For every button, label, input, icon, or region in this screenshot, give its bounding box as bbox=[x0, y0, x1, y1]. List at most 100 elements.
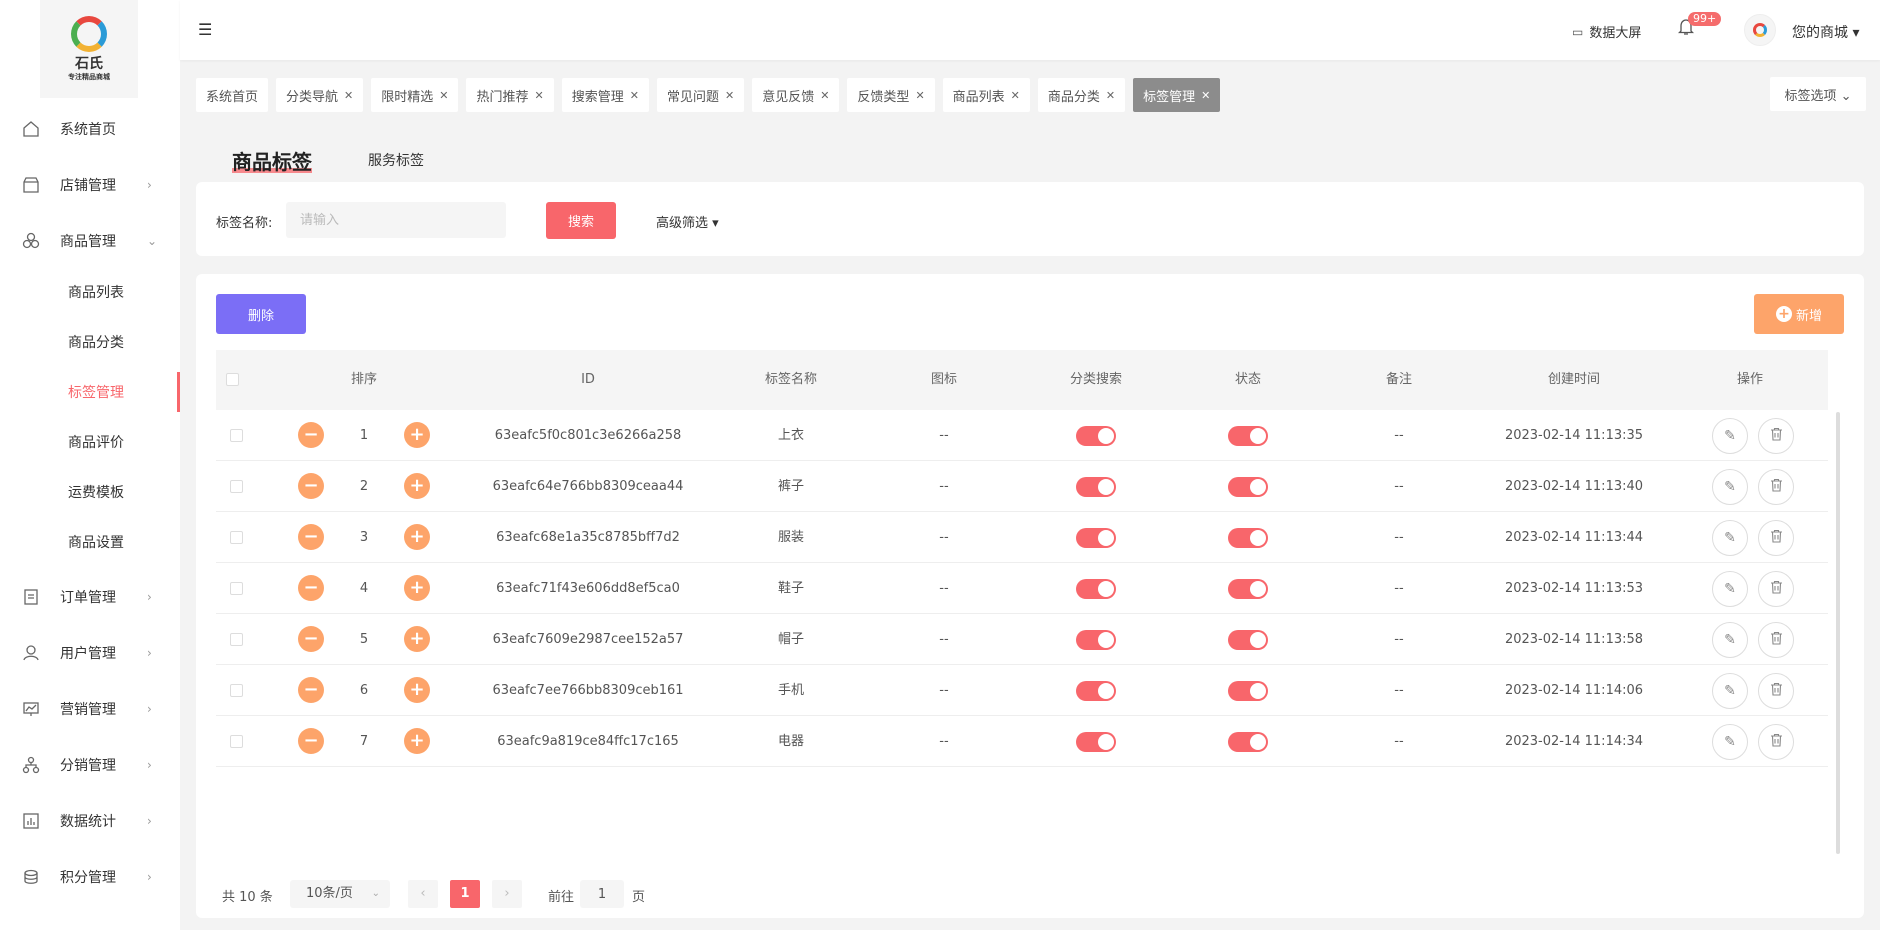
status-toggle[interactable] bbox=[1228, 732, 1268, 752]
page-number-current[interactable]: 1 bbox=[450, 880, 480, 908]
category-search-toggle[interactable] bbox=[1076, 630, 1116, 650]
edit-button[interactable]: ✎ bbox=[1712, 724, 1748, 760]
tag-feedback-type[interactable]: 反馈类型 ✕ bbox=[847, 78, 935, 112]
sidebar-item-distribution[interactable]: 分销管理 › bbox=[0, 745, 180, 785]
edit-button[interactable]: ✎ bbox=[1712, 520, 1748, 556]
sidebar-subitem-goods-category[interactable]: 商品分类 bbox=[0, 322, 180, 362]
increase-sort-button[interactable]: + bbox=[404, 575, 430, 601]
next-page-button[interactable]: › bbox=[492, 880, 522, 908]
decrease-sort-button[interactable]: − bbox=[298, 473, 324, 499]
tag-category-nav[interactable]: 分类导航 ✕ bbox=[276, 78, 364, 112]
tag-feedback[interactable]: 意见反馈 ✕ bbox=[752, 78, 840, 112]
sidebar-subitem-goods-settings[interactable]: 商品设置 bbox=[0, 522, 180, 562]
category-search-toggle[interactable] bbox=[1076, 732, 1116, 752]
prev-page-button[interactable]: ‹ bbox=[408, 880, 438, 908]
tag-faq[interactable]: 常见问题 ✕ bbox=[656, 78, 745, 112]
avatar[interactable] bbox=[1744, 14, 1776, 46]
delete-button[interactable]: 删除 bbox=[216, 294, 306, 334]
close-icon[interactable]: ✕ bbox=[1106, 89, 1115, 102]
sidebar-item-orders[interactable]: 订单管理 › bbox=[0, 577, 180, 617]
shop-menu[interactable]: 您的商城 ▾ bbox=[1792, 22, 1859, 42]
sidebar-item-statistics[interactable]: 数据统计 › bbox=[0, 801, 180, 841]
edit-button[interactable]: ✎ bbox=[1712, 418, 1748, 454]
sidebar-item-marketing[interactable]: 营销管理 › bbox=[0, 689, 180, 729]
add-button[interactable]: + 新增 bbox=[1754, 294, 1844, 334]
advanced-filter-toggle[interactable]: 高级筛选 ▾ bbox=[656, 212, 719, 231]
close-icon[interactable]: ✕ bbox=[630, 89, 639, 102]
tag-options-dropdown[interactable]: 标签选项 ⌄ bbox=[1770, 77, 1866, 111]
tag-limited-picks[interactable]: 限时精选 ✕ bbox=[371, 78, 459, 112]
decrease-sort-button[interactable]: − bbox=[298, 422, 324, 448]
increase-sort-button[interactable]: + bbox=[404, 422, 430, 448]
table-scrollbar[interactable] bbox=[1836, 412, 1840, 854]
increase-sort-button[interactable]: + bbox=[404, 473, 430, 499]
row-checkbox[interactable] bbox=[230, 684, 243, 697]
close-icon[interactable]: ✕ bbox=[915, 89, 924, 102]
edit-button[interactable]: ✎ bbox=[1712, 571, 1748, 607]
close-icon[interactable]: ✕ bbox=[1201, 89, 1210, 102]
search-button[interactable]: 搜索 bbox=[546, 202, 616, 239]
sidebar-item-points[interactable]: 积分管理 › bbox=[0, 857, 180, 897]
goto-page-input[interactable] bbox=[580, 880, 624, 908]
sidebar-subitem-goods-review[interactable]: 商品评价 bbox=[0, 422, 180, 462]
close-icon[interactable]: ✕ bbox=[1011, 89, 1020, 102]
delete-row-button[interactable] bbox=[1758, 622, 1794, 658]
increase-sort-button[interactable]: + bbox=[404, 524, 430, 550]
decrease-sort-button[interactable]: − bbox=[298, 626, 324, 652]
sidebar-item-store[interactable]: 店铺管理 › bbox=[0, 165, 180, 205]
decrease-sort-button[interactable]: − bbox=[298, 524, 324, 550]
category-search-toggle[interactable] bbox=[1076, 528, 1116, 548]
category-search-toggle[interactable] bbox=[1076, 579, 1116, 599]
select-all-checkbox[interactable] bbox=[226, 373, 239, 386]
menu-toggle-icon[interactable]: ☰ bbox=[198, 20, 212, 39]
close-icon[interactable]: ✕ bbox=[725, 89, 734, 102]
delete-row-button[interactable] bbox=[1758, 469, 1794, 505]
row-checkbox[interactable] bbox=[230, 735, 243, 748]
status-toggle[interactable] bbox=[1228, 477, 1268, 497]
close-icon[interactable]: ✕ bbox=[439, 89, 448, 102]
delete-row-button[interactable] bbox=[1758, 724, 1794, 760]
tag-goods-category[interactable]: 商品分类 ✕ bbox=[1037, 78, 1126, 112]
delete-row-button[interactable] bbox=[1758, 571, 1794, 607]
row-checkbox[interactable] bbox=[230, 582, 243, 595]
tab-goods-tags[interactable]: 商品标签 bbox=[232, 146, 312, 175]
page-size-select[interactable]: 10条/页 ⌄ bbox=[290, 880, 390, 908]
edit-button[interactable]: ✎ bbox=[1712, 469, 1748, 505]
sidebar-item-users[interactable]: 用户管理 › bbox=[0, 633, 180, 673]
sidebar-subitem-shipping-template[interactable]: 运费模板 bbox=[0, 472, 180, 512]
status-toggle[interactable] bbox=[1228, 681, 1268, 701]
category-search-toggle[interactable] bbox=[1076, 477, 1116, 497]
row-checkbox[interactable] bbox=[230, 480, 243, 493]
decrease-sort-button[interactable]: − bbox=[298, 728, 324, 754]
tag-goods-list[interactable]: 商品列表 ✕ bbox=[942, 78, 1030, 112]
status-toggle[interactable] bbox=[1228, 426, 1268, 446]
edit-button[interactable]: ✎ bbox=[1712, 673, 1748, 709]
category-search-toggle[interactable] bbox=[1076, 426, 1116, 446]
tab-service-tags[interactable]: 服务标签 bbox=[368, 150, 424, 170]
tag-hot-recommend[interactable]: 热门推荐 ✕ bbox=[466, 78, 554, 112]
tag-system-home[interactable]: 系统首页 bbox=[196, 78, 269, 112]
status-toggle[interactable] bbox=[1228, 630, 1268, 650]
close-icon[interactable]: ✕ bbox=[820, 89, 829, 102]
sidebar-subitem-goods-list[interactable]: 商品列表 bbox=[0, 272, 180, 312]
close-icon[interactable]: ✕ bbox=[535, 89, 544, 102]
tag-tag-management[interactable]: 标签管理 ✕ bbox=[1133, 78, 1221, 112]
increase-sort-button[interactable]: + bbox=[404, 677, 430, 703]
decrease-sort-button[interactable]: − bbox=[298, 677, 324, 703]
increase-sort-button[interactable]: + bbox=[404, 728, 430, 754]
row-checkbox[interactable] bbox=[230, 429, 243, 442]
delete-row-button[interactable] bbox=[1758, 673, 1794, 709]
increase-sort-button[interactable]: + bbox=[404, 626, 430, 652]
data-screen-button[interactable]: ▭ 数据大屏 bbox=[1572, 22, 1641, 42]
tag-search-management[interactable]: 搜索管理 ✕ bbox=[561, 78, 649, 112]
row-checkbox[interactable] bbox=[230, 531, 243, 544]
sidebar-subitem-tag-management[interactable]: 标签管理 bbox=[0, 372, 180, 412]
tag-name-input[interactable] bbox=[286, 202, 506, 238]
status-toggle[interactable] bbox=[1228, 528, 1268, 548]
sidebar-item-goods[interactable]: 商品管理 ⌄ bbox=[0, 221, 180, 261]
close-icon[interactable]: ✕ bbox=[344, 89, 353, 102]
sidebar-item-home[interactable]: 系统首页 bbox=[0, 109, 180, 149]
delete-row-button[interactable] bbox=[1758, 418, 1794, 454]
decrease-sort-button[interactable]: − bbox=[298, 575, 324, 601]
row-checkbox[interactable] bbox=[230, 633, 243, 646]
